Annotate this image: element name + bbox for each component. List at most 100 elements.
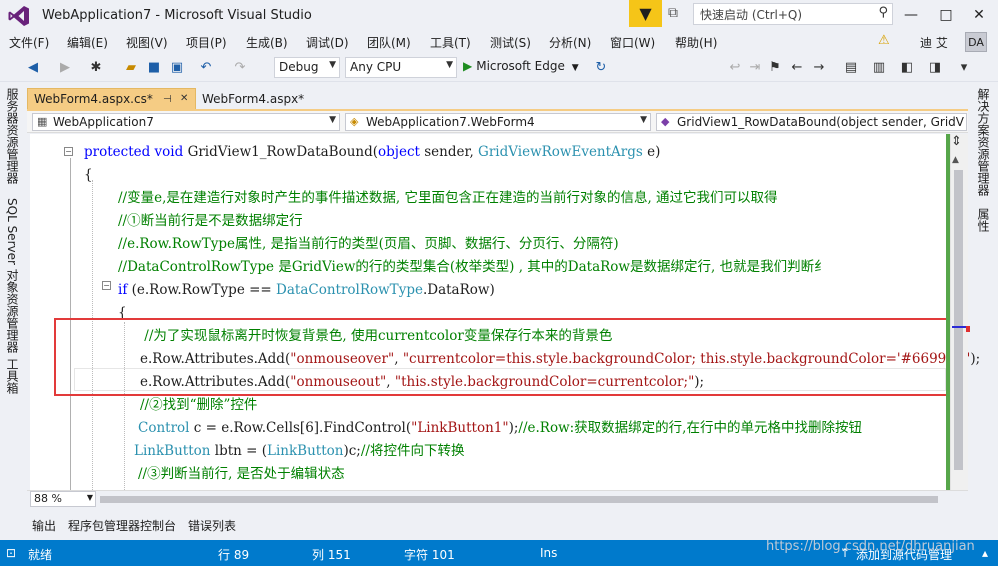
new-project-icon[interactable]: ✱ xyxy=(87,58,105,76)
code-line[interactable]: //DataControlRowType 是GridView的行的类型集合(枚举… xyxy=(118,256,828,278)
save-all-icon[interactable]: ▣ xyxy=(168,58,186,76)
quick-launch-input[interactable]: 快速启动 (Ctrl+Q) ⚲ xyxy=(693,3,893,25)
code-token: DataControlRowType xyxy=(276,282,423,298)
notification-warning-icon[interactable]: ⚠ xyxy=(878,33,890,48)
tab-webform4-aspx[interactable]: WebForm4.aspx* xyxy=(196,88,316,110)
menu-build[interactable]: 生成(B) xyxy=(246,34,288,51)
feedback-filter-icon[interactable]: ▼ xyxy=(629,0,662,27)
code-token: //①断当前行是不是数据绑定行 xyxy=(118,213,303,229)
collapse-if-toggle[interactable]: − xyxy=(102,281,111,290)
comment-out-icon[interactable]: ▤ xyxy=(842,58,860,76)
code-line[interactable]: //②找到“删除”控件 xyxy=(140,394,257,416)
notification-bell-icon[interactable]: ▴ xyxy=(982,546,988,560)
menu-file[interactable]: 文件(F) xyxy=(9,34,49,51)
tab-output[interactable]: 输出 xyxy=(32,517,56,534)
menu-team[interactable]: 团队(M) xyxy=(367,34,411,51)
vertical-scroll-thumb[interactable] xyxy=(954,170,963,470)
member-dropdown[interactable]: ◆ GridView1_RowDataBound(object sender, … xyxy=(656,113,967,131)
forward-arrow-icon[interactable]: → xyxy=(810,58,828,76)
menu-window[interactable]: 窗口(W) xyxy=(610,34,655,51)
toolbar-options-icon[interactable]: ▾ xyxy=(955,58,973,76)
minimize-button[interactable]: — xyxy=(894,4,928,26)
highlight-annotation-box xyxy=(54,318,964,396)
code-token: e) xyxy=(647,144,661,160)
code-token: lbtn = ( xyxy=(214,443,267,459)
menu-debug[interactable]: 调试(D) xyxy=(306,34,349,51)
chevron-down-icon: ▼ xyxy=(638,115,647,125)
solution-explorer-tab[interactable]: 解决方案资源管理器 xyxy=(975,88,992,196)
watermark: https://blog.csdn.net/dhruanjian xyxy=(766,539,975,554)
close-icon[interactable]: ✕ xyxy=(180,93,188,104)
uncomment-icon[interactable]: ▥ xyxy=(870,58,888,76)
error-marker xyxy=(966,326,970,332)
code-token: if xyxy=(118,282,132,298)
menu-tools[interactable]: 工具(T) xyxy=(430,34,471,51)
step-icon[interactable]: ⇥ xyxy=(746,58,764,76)
code-line[interactable]: Control c = e.Row.Cells[6].FindControl("… xyxy=(138,417,862,439)
properties-tab[interactable]: 属性 xyxy=(975,208,992,232)
chevron-down-icon: ▼ xyxy=(446,60,453,70)
close-button[interactable]: ✕ xyxy=(962,4,996,26)
code-line[interactable]: { xyxy=(84,164,93,186)
maximize-button[interactable]: □ xyxy=(929,4,963,26)
avatar[interactable]: DA xyxy=(965,32,987,52)
code-token: //e.Row.RowType属性, 是指当前行的类型(页眉、页脚、数据行、分页… xyxy=(118,236,619,252)
code-token: LinkButton xyxy=(267,443,344,459)
server-explorer-tab[interactable]: 服务器资源管理器 xyxy=(4,88,21,184)
split-window-icon[interactable]: ⇕ xyxy=(951,134,962,149)
navigate-back-icon[interactable]: ◀ xyxy=(24,58,42,76)
live-share-icon[interactable]: ⧉ xyxy=(668,5,688,23)
menu-help[interactable]: 帮助(H) xyxy=(675,34,717,51)
code-line[interactable]: //变量e,是在建造行对象时产生的事件描述数据, 它里面包含正在建造的当前行对象… xyxy=(118,187,778,209)
toolbox-tab[interactable]: 工具箱 xyxy=(4,358,21,394)
code-line[interactable]: if (e.Row.RowType == DataControlRowType.… xyxy=(118,279,495,301)
back-arrow-icon[interactable]: ← xyxy=(788,58,806,76)
code-navigation-bar: ▦ WebApplication7 ▼ ◈ WebApplication7.We… xyxy=(27,111,968,133)
solution-config-select[interactable]: Debug ▼ xyxy=(274,57,340,78)
collapse-method-toggle[interactable]: − xyxy=(64,147,73,156)
tab-webform4-aspx-cs[interactable]: WebForm4.aspx.cs* ⊣ ✕ xyxy=(27,88,196,110)
horizontal-scroll-thumb[interactable] xyxy=(100,496,938,503)
start-debugging-button[interactable]: ▶ Microsoft Edge ▼ xyxy=(463,59,579,73)
code-line[interactable]: protected void GridView1_RowDataBound(ob… xyxy=(84,141,660,163)
menu-edit[interactable]: 编辑(E) xyxy=(67,34,108,51)
sql-object-explorer-tab[interactable]: SQL Server 对象资源管理器 xyxy=(4,198,21,353)
bookmark-next-icon[interactable]: ◨ xyxy=(926,58,944,76)
redo-icon[interactable]: ↷ xyxy=(231,58,249,76)
menu-analyze[interactable]: 分析(N) xyxy=(549,34,591,51)
code-line[interactable]: //③判断当前行, 是否处于编辑状态 xyxy=(138,463,345,485)
tab-label: WebForm4.aspx.cs* xyxy=(34,92,153,106)
code-token: sender, xyxy=(424,144,479,160)
navigate-forward-icon[interactable]: ▶ xyxy=(56,58,74,76)
undo-icon[interactable]: ↶ xyxy=(197,58,215,76)
status-ready: 就绪 xyxy=(28,548,53,562)
menu-view[interactable]: 视图(V) xyxy=(126,34,168,51)
bottom-tool-tabs: 输出 程序包管理器控制台 错误列表 xyxy=(0,512,998,540)
step-back-icon[interactable]: ↩ xyxy=(726,58,744,76)
code-token: )c; xyxy=(343,443,361,459)
bookmark-prev-icon[interactable]: ◧ xyxy=(898,58,916,76)
run-target-label: Microsoft Edge xyxy=(476,59,565,73)
menu-project[interactable]: 项目(P) xyxy=(186,34,227,51)
menu-test[interactable]: 测试(S) xyxy=(490,34,531,51)
scroll-up-icon[interactable]: ▲ xyxy=(952,155,959,165)
open-file-icon[interactable]: ▰ xyxy=(122,58,140,76)
code-line[interactable]: //e.Row.RowType属性, 是指当前行的类型(页眉、页脚、数据行、分页… xyxy=(118,233,619,255)
zoom-level-select[interactable]: 88 % ▼ xyxy=(30,491,96,507)
search-icon: ⚲ xyxy=(878,5,888,20)
project-dropdown[interactable]: ▦ WebApplication7 ▼ xyxy=(32,113,340,131)
class-dropdown[interactable]: ◈ WebApplication7.WebForm4 ▼ xyxy=(345,113,651,131)
solution-platform-select[interactable]: Any CPU ▼ xyxy=(345,57,457,78)
code-token: .DataRow) xyxy=(422,282,495,298)
status-line: 行 89 xyxy=(218,548,250,562)
pin-icon[interactable]: ⊣ xyxy=(163,94,172,105)
user-name[interactable]: 迪 艾 xyxy=(920,34,948,51)
bookmark-icon[interactable]: ⚑ xyxy=(766,58,784,76)
class-value: WebApplication7.WebForm4 xyxy=(366,115,535,129)
save-icon[interactable]: ■ xyxy=(145,58,163,76)
tab-error-list[interactable]: 错误列表 xyxy=(188,517,236,534)
refresh-icon[interactable]: ↻ xyxy=(592,58,610,76)
tab-package-manager-console[interactable]: 程序包管理器控制台 xyxy=(68,517,176,534)
code-line[interactable]: LinkButton lbtn = (LinkButton)c;//将控件向下转… xyxy=(134,440,464,462)
code-line[interactable]: //①断当前行是不是数据绑定行 xyxy=(118,210,303,232)
